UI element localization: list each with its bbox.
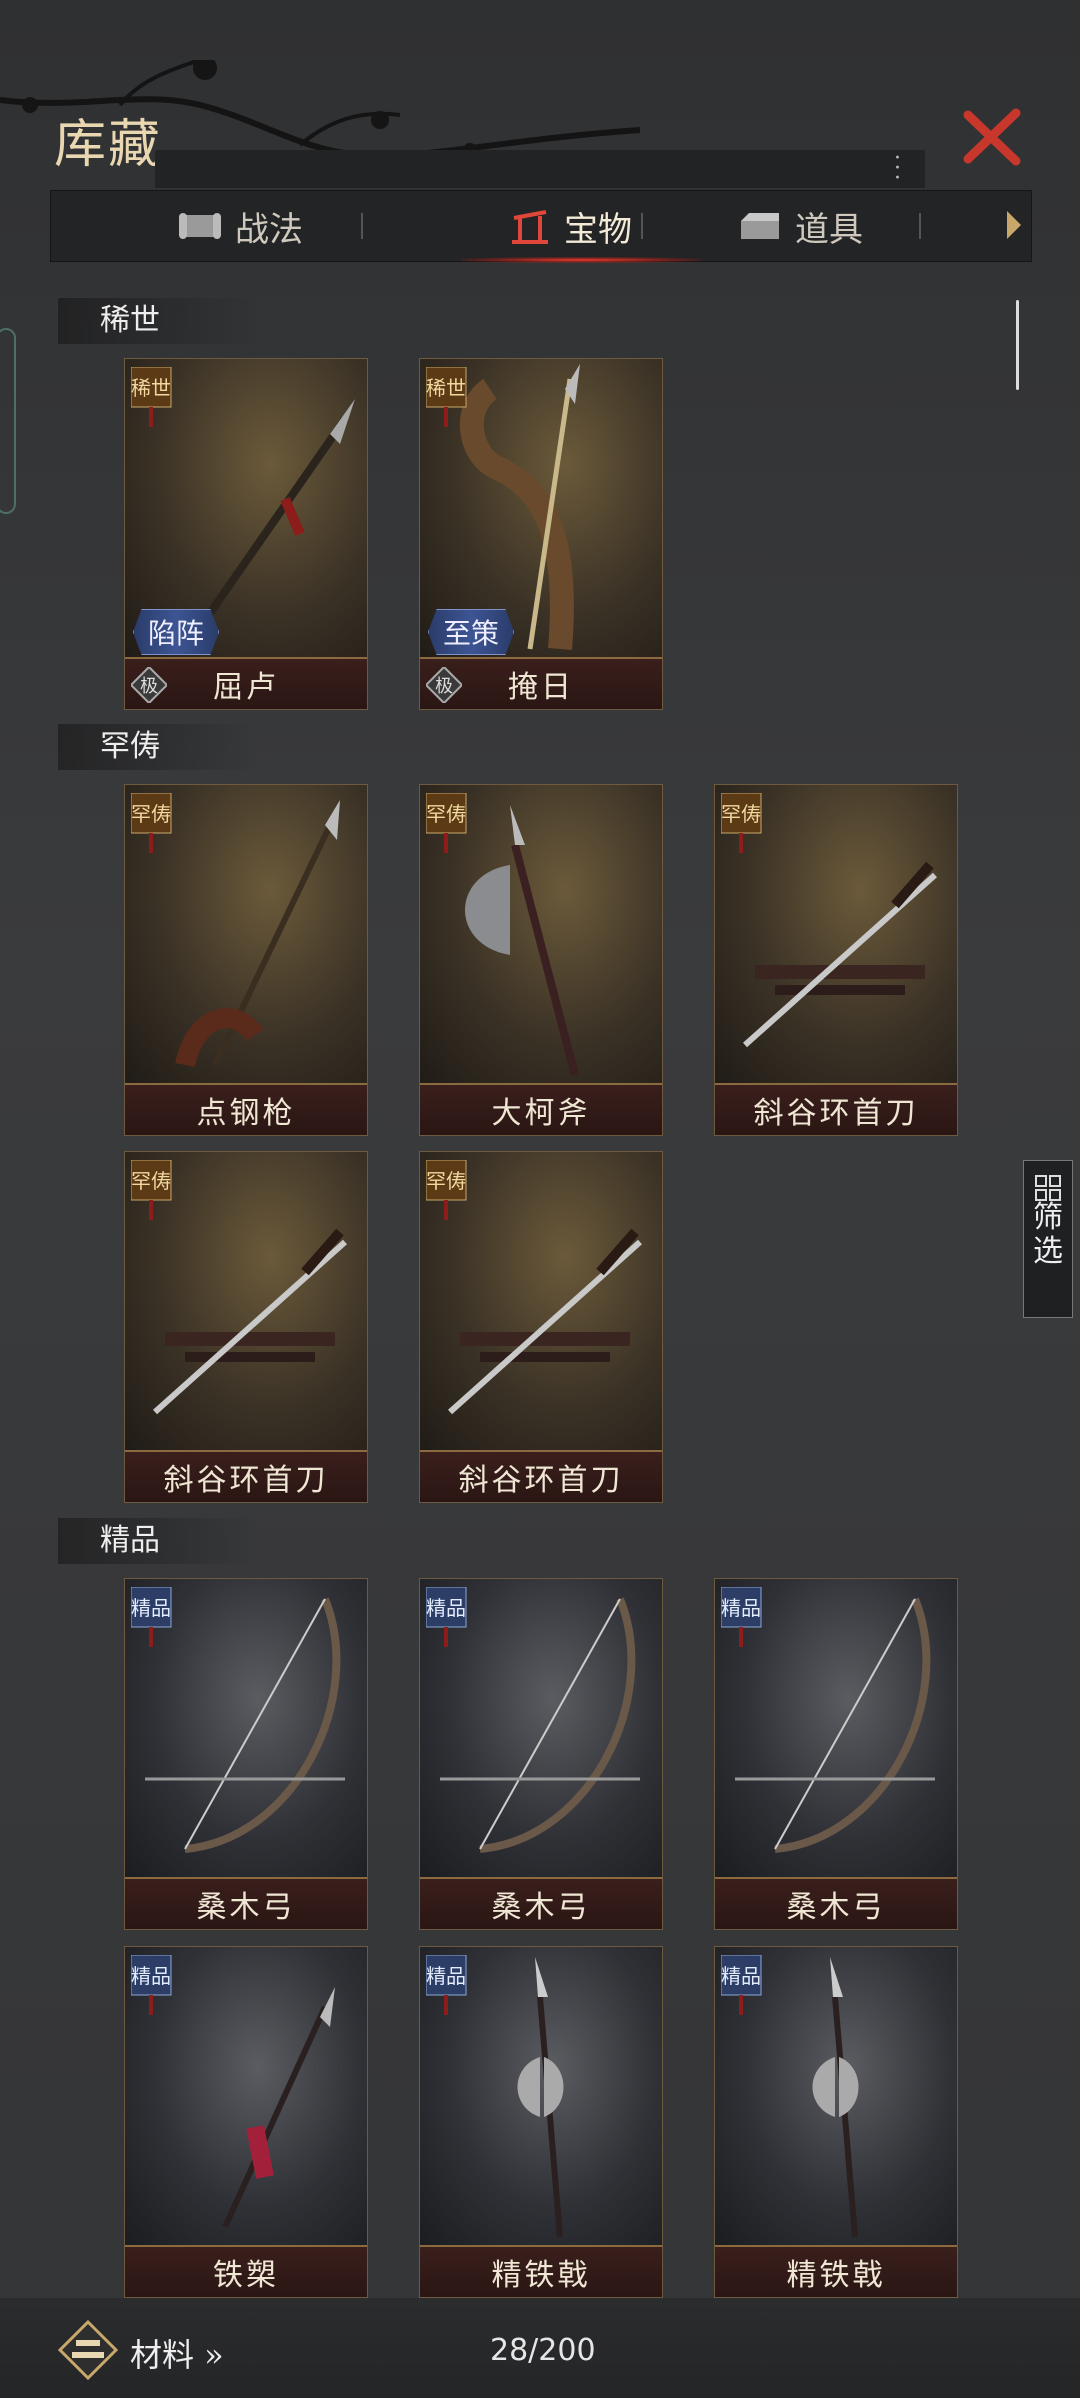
- rarity-badge: 罕俦: [425, 1159, 470, 1220]
- treasure-name: 精铁戟: [715, 2245, 957, 2297]
- materials-link[interactable]: 材料 »: [130, 2330, 224, 2376]
- rarity-badge-label: 精品: [131, 1596, 171, 1620]
- rank-icon: 极: [131, 667, 167, 703]
- treasure-name: 点钢枪: [125, 1083, 367, 1135]
- rarity-badge: 精品: [130, 1586, 175, 1647]
- treasure-name: 大柯斧: [420, 1083, 662, 1135]
- inventory-count: 28/200: [490, 2333, 596, 2368]
- side-drawer-handle[interactable]: [0, 328, 16, 514]
- skill-tag: 陷阵: [133, 609, 220, 655]
- rarity-badge-label: 精品: [426, 1596, 466, 1620]
- section-header: 稀世: [58, 298, 260, 344]
- treasure-name: 斜谷环首刀: [420, 1450, 662, 1502]
- tab-tactics[interactable]: 战法: [131, 191, 351, 261]
- tab-divider: [641, 213, 643, 239]
- tab-label: 道具: [795, 209, 863, 250]
- grid-icon: [1035, 1175, 1061, 1201]
- rarity-badge-label: 罕俦: [426, 802, 466, 826]
- tab-items[interactable]: 道具: [691, 191, 911, 261]
- treasure-name: 桑木弓: [715, 1877, 957, 1929]
- rarity-badge: 精品: [130, 1954, 175, 2015]
- filter-button[interactable]: 筛 选: [1023, 1160, 1073, 1318]
- treasure-name: 精铁戟: [420, 2245, 662, 2297]
- skill-tag: 至策: [428, 609, 515, 655]
- rarity-badge-label: 精品: [721, 1964, 761, 1988]
- chest-icon: [741, 213, 779, 239]
- rarity-badge: 罕俦: [425, 792, 470, 853]
- treasure-icon: [512, 210, 548, 244]
- rarity-badge: 稀世: [130, 366, 175, 427]
- rarity-badge: 精品: [425, 1954, 470, 2015]
- top-bar: · · ·: [155, 148, 925, 190]
- rarity-badge-label: 稀世: [426, 376, 466, 400]
- rarity-badge-label: 罕俦: [721, 802, 761, 826]
- tab-divider: [361, 213, 363, 239]
- tab-treasures[interactable]: 宝物: [451, 191, 691, 261]
- rarity-badge-label: 罕俦: [131, 802, 171, 826]
- treasure-card[interactable]: 罕俦 斜谷环首刀: [124, 1151, 368, 1503]
- treasure-card[interactable]: 稀世 陷阵 屈卢 极: [124, 358, 368, 710]
- rarity-badge: 精品: [720, 1586, 765, 1647]
- treasure-card[interactable]: 精品 精铁戟: [419, 1946, 663, 2298]
- rarity-badge: 罕俦: [130, 1159, 175, 1220]
- treasure-card[interactable]: 精品 精铁戟: [714, 1946, 958, 2298]
- section-header: 精品: [58, 1518, 260, 1564]
- treasure-card[interactable]: 精品 铁槊: [124, 1946, 368, 2298]
- rarity-badge: 精品: [425, 1586, 470, 1647]
- rarity-badge-label: 精品: [131, 1964, 171, 1988]
- rarity-badge-label: 稀世: [131, 376, 171, 400]
- tab-bar: 战法 宝物 道具: [50, 190, 1032, 263]
- scrollbar[interactable]: [1016, 300, 1019, 390]
- treasure-card[interactable]: 罕俦 斜谷环首刀: [714, 784, 958, 1136]
- materials-icon[interactable]: [58, 2320, 118, 2380]
- filter-label: 筛: [1033, 1200, 1063, 1235]
- tab-divider: [919, 213, 921, 239]
- treasure-card[interactable]: 罕俦 大柯斧: [419, 784, 663, 1136]
- treasure-card[interactable]: 罕俦 点钢枪: [124, 784, 368, 1136]
- treasure-name: 铁槊: [125, 2245, 367, 2297]
- treasure-name: 桑木弓: [125, 1877, 367, 1929]
- treasure-card[interactable]: 精品 桑木弓: [419, 1578, 663, 1930]
- rarity-badge-label: 罕俦: [426, 1169, 466, 1193]
- rarity-badge-label: 精品: [426, 1964, 466, 1988]
- treasure-card[interactable]: 精品 桑木弓: [714, 1578, 958, 1930]
- more-icon[interactable]: · · ·: [894, 148, 901, 190]
- treasure-card[interactable]: 精品 桑木弓: [124, 1578, 368, 1930]
- rarity-badge: 罕俦: [130, 792, 175, 853]
- svg-text:极: 极: [140, 676, 158, 697]
- tab-label: 宝物: [564, 209, 632, 250]
- rarity-badge: 罕俦: [720, 792, 765, 853]
- active-tab-indicator: [461, 257, 701, 263]
- close-icon[interactable]: [960, 105, 1024, 169]
- page-title: 库藏: [54, 115, 163, 175]
- rank-icon: 极: [426, 667, 462, 703]
- chevron-right-icon[interactable]: [1007, 211, 1021, 239]
- rarity-badge-label: 精品: [721, 1596, 761, 1620]
- tab-label: 战法: [235, 209, 303, 250]
- treasure-name: 斜谷环首刀: [715, 1083, 957, 1135]
- rarity-badge: 稀世: [425, 366, 470, 427]
- treasure-card[interactable]: 稀世 至策 掩日 极: [419, 358, 663, 710]
- scroll-icon: [179, 213, 221, 239]
- treasure-name: 斜谷环首刀: [125, 1450, 367, 1502]
- filter-label: 选: [1033, 1234, 1063, 1269]
- treasure-name: 桑木弓: [420, 1877, 662, 1929]
- section-header: 罕俦: [58, 724, 260, 770]
- treasure-card[interactable]: 罕俦 斜谷环首刀: [419, 1151, 663, 1503]
- rarity-badge: 精品: [720, 1954, 765, 2015]
- rarity-badge-label: 罕俦: [131, 1169, 171, 1193]
- svg-text:极: 极: [435, 676, 453, 697]
